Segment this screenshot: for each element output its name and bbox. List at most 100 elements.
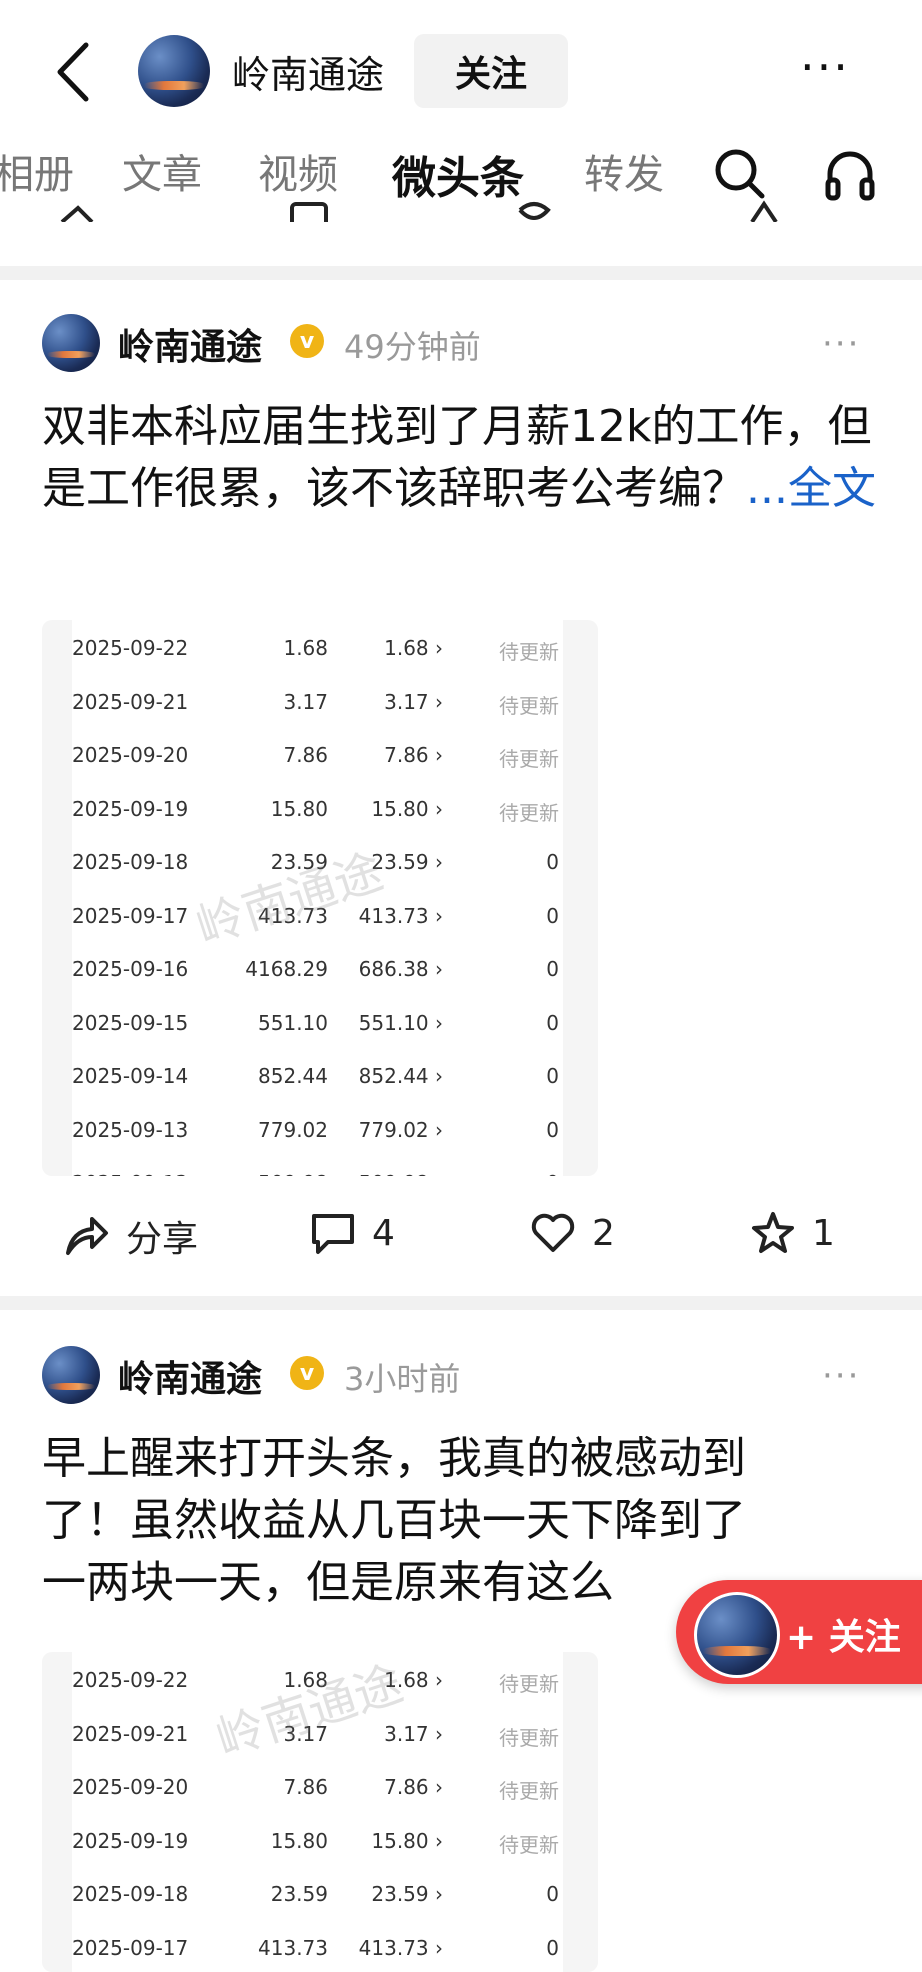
table-cell-date: 2025-09-18 [72, 850, 188, 874]
tab-micro-posts[interactable]: 微头条 [392, 142, 524, 206]
table-cell-status: 0 [546, 1882, 559, 1906]
float-follow-label: + 关注 [786, 1608, 901, 1660]
share-label: 分享 [126, 1210, 198, 1262]
table-cell-v2: 852.44 › [359, 1064, 443, 1088]
previous-post-actions-remnant [0, 200, 922, 222]
table-cell-date: 2025-09-17 [72, 904, 188, 928]
post-author-avatar[interactable] [42, 314, 100, 372]
author-name[interactable]: 岭南通途 [232, 44, 384, 99]
table-cell-date: 2025-09-18 [72, 1882, 188, 1906]
table-cell-status: 0 [546, 1936, 559, 1960]
favorite-button[interactable]: 1 [750, 1210, 835, 1256]
share-icon [64, 1213, 110, 1259]
follow-button[interactable]: 关注 [414, 34, 568, 108]
like-count: 2 [592, 1213, 615, 1254]
post-time: 49分钟前 [344, 322, 481, 368]
post-image-earnings-table[interactable]: 2025-09-221.681.68 ›待更新2025-09-213.173.1… [42, 1652, 598, 1972]
float-author-avatar [694, 1592, 780, 1678]
table-cell-v1: 23.59 [271, 850, 328, 874]
post-image-earnings-table[interactable]: 2025-09-221.681.68 ›待更新2025-09-213.173.1… [42, 620, 598, 1176]
table-cell-status: 0 [546, 904, 559, 928]
table-cell-v2: 551.10 › [359, 1011, 443, 1035]
post-author-name[interactable]: 岭南通途 [118, 1350, 262, 1402]
table-row: 2025-09-15551.10551.10 ›0 [72, 995, 563, 1049]
table-cell-date: 2025-09-21 [72, 1722, 188, 1746]
table-row: 2025-09-221.681.68 ›待更新 [72, 620, 563, 674]
heart-icon [530, 1210, 576, 1256]
star-icon [750, 1210, 796, 1256]
post-time: 3小时前 [344, 1354, 460, 1400]
table-cell-v2: 509.98 › [359, 1171, 443, 1176]
table-row: 2025-09-213.173.17 ›待更新 [72, 674, 563, 728]
table-cell-v2: 3.17 › [384, 690, 443, 714]
table-cell-status: 待更新 [499, 1722, 559, 1751]
post-more-icon[interactable]: ··· [822, 1356, 860, 1396]
table-row: 2025-09-1915.8015.80 ›待更新 [72, 1813, 563, 1867]
table-cell-status: 0 [546, 1118, 559, 1142]
table-cell-v1: 4168.29 [245, 957, 328, 981]
table-row: 2025-09-207.867.86 ›待更新 [72, 1759, 563, 1813]
table-cell-status: 待更新 [499, 690, 559, 719]
post-line: 了！虽然收益从几百块一天下降到了 [42, 1490, 882, 1552]
table-cell-date: 2025-09-13 [72, 1118, 188, 1142]
post-more-icon[interactable]: ··· [822, 324, 860, 364]
table-cell-v1: 1.68 [283, 636, 328, 660]
table-cell-v1: 23.59 [271, 1882, 328, 1906]
like-button[interactable]: 2 [530, 1210, 615, 1256]
headphones-icon[interactable] [822, 146, 878, 202]
table-cell-date: 2025-09-15 [72, 1011, 188, 1035]
table-cell-status: 0 [546, 957, 559, 981]
table-cell-v2: 7.86 › [384, 743, 443, 767]
search-icon[interactable] [712, 146, 768, 202]
tab-album[interactable]: 相册 [0, 142, 74, 200]
table-cell-v2: 3.17 › [384, 1722, 443, 1746]
table-cell-v2: 23.59 › [371, 1882, 443, 1906]
table-cell-v1: 15.80 [271, 797, 328, 821]
table-cell-v2: 686.38 › [359, 957, 443, 981]
table-cell-date: 2025-09-19 [72, 797, 188, 821]
tab-articles[interactable]: 文章 [122, 142, 202, 200]
table-cell-v2: 15.80 › [371, 797, 443, 821]
table-cell-status: 待更新 [499, 743, 559, 772]
floating-follow-button[interactable]: + 关注 [676, 1580, 922, 1684]
table-cell-status: 0 [546, 1064, 559, 1088]
table-cell-v1: 7.86 [283, 1775, 328, 1799]
comment-icon [310, 1210, 356, 1256]
table-cell-date: 2025-09-21 [72, 690, 188, 714]
favorite-count: 1 [812, 1213, 835, 1254]
table-cell-v2: 413.73 › [359, 1936, 443, 1960]
table-cell-v1: 852.44 [258, 1064, 328, 1088]
top-bar: 岭南通途 关注 ··· [0, 0, 922, 140]
table-row: 2025-09-18 23.59 23.59 › 0 [72, 834, 563, 888]
verified-badge-icon: v [290, 324, 324, 358]
table-cell-status: 待更新 [499, 1775, 559, 1804]
table-cell-v1: 509.98 [258, 1171, 328, 1176]
table-cell-date: 2025-09-19 [72, 1829, 188, 1853]
back-arrow-icon [54, 41, 92, 103]
read-more-link[interactable]: ...全文 [746, 463, 876, 514]
table-cell-v2: 23.59 › [371, 850, 443, 874]
tab-reposts[interactable]: 转发 [584, 142, 664, 200]
table-cell-status: 待更新 [499, 1668, 559, 1697]
table-cell-v2: 7.86 › [384, 1775, 443, 1799]
table-cell-date: 2025-09-20 [72, 743, 188, 767]
author-avatar[interactable] [138, 35, 210, 107]
post-author-name[interactable]: 岭南通途 [118, 318, 262, 370]
table-cell-v1: 551.10 [258, 1011, 328, 1035]
post-text[interactable]: 双非本科应届生找到了月薪12k的工作，但是工作很累，该不该辞职考公考编？...全… [42, 396, 882, 520]
table-row: 2025-09-18 23.59 23.59 › 0 [72, 1866, 563, 1920]
table-row: 2025-09-164168.29686.38 ›0 [72, 941, 563, 995]
table-cell-date: 2025-09-17 [72, 1936, 188, 1960]
post-author-avatar[interactable] [42, 1346, 100, 1404]
table-cell-date: 2025-09-22 [72, 1668, 188, 1692]
table-cell-v1: 779.02 [258, 1118, 328, 1142]
tab-videos[interactable]: 视频 [258, 142, 338, 200]
share-button[interactable]: 分享 [64, 1210, 198, 1262]
table-row: 2025-09-12509.98509.98 ›0 [72, 1155, 563, 1176]
comment-button[interactable]: 4 [310, 1210, 395, 1256]
back-button[interactable] [46, 36, 100, 108]
verified-badge-icon: v [290, 1356, 324, 1390]
more-menu-icon[interactable]: ··· [800, 40, 850, 94]
table-cell-date: 2025-09-22 [72, 636, 188, 660]
table-cell-status: 0 [546, 850, 559, 874]
